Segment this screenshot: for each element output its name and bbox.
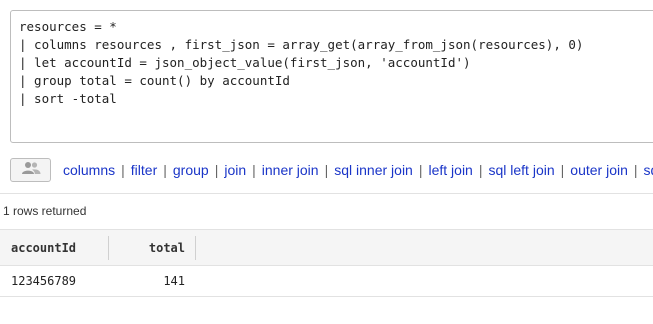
- separator: |: [252, 162, 256, 178]
- column-header-accountid[interactable]: accountId: [11, 230, 76, 265]
- table-row: 123456789 141: [0, 266, 653, 297]
- code-line: resources = *: [19, 19, 117, 34]
- results-header: accountId total: [0, 229, 653, 266]
- separator: |: [633, 162, 638, 178]
- cmd-sql[interactable]: sql: [644, 162, 653, 178]
- cell-total: 141: [163, 274, 185, 288]
- query-page: resources = * | columns resources , firs…: [0, 0, 653, 324]
- command-links: columns | filter | group | join | inner …: [63, 162, 653, 178]
- cmd-columns[interactable]: columns: [63, 162, 115, 178]
- cell-accountid: 123456789: [11, 274, 77, 288]
- separator: |: [121, 162, 125, 178]
- code-line: | let accountId = json_object_value(firs…: [19, 55, 471, 70]
- cmd-filter[interactable]: filter: [131, 162, 157, 178]
- separator: |: [478, 162, 483, 178]
- separator: |: [214, 162, 219, 178]
- separator: |: [560, 162, 565, 178]
- divider: [0, 193, 653, 194]
- row-count: 1 rows returned: [3, 204, 87, 218]
- cmd-left-join[interactable]: left join: [428, 162, 472, 178]
- code-line: | sort -total: [19, 91, 117, 106]
- cmd-sql-left-join[interactable]: sql left join: [488, 162, 554, 178]
- code-line: | group total = count() by accountId: [19, 73, 290, 88]
- separator: |: [163, 162, 167, 178]
- cmd-group[interactable]: group: [173, 162, 209, 178]
- people-icon: [20, 161, 42, 180]
- people-button[interactable]: [10, 158, 51, 182]
- cmd-join[interactable]: join: [224, 162, 246, 178]
- query-editor[interactable]: resources = * | columns resources , firs…: [10, 10, 653, 143]
- command-bar: columns | filter | group | join | inner …: [10, 157, 653, 183]
- cmd-sql-inner-join[interactable]: sql inner join: [334, 162, 413, 178]
- cmd-inner-join[interactable]: inner join: [262, 162, 319, 178]
- column-header-total[interactable]: total: [108, 230, 185, 265]
- column-resize-handle[interactable]: [195, 236, 196, 260]
- cmd-outer-join[interactable]: outer join: [570, 162, 628, 178]
- separator: |: [418, 162, 423, 178]
- code-line: | columns resources , first_json = array…: [19, 37, 584, 52]
- separator: |: [324, 162, 329, 178]
